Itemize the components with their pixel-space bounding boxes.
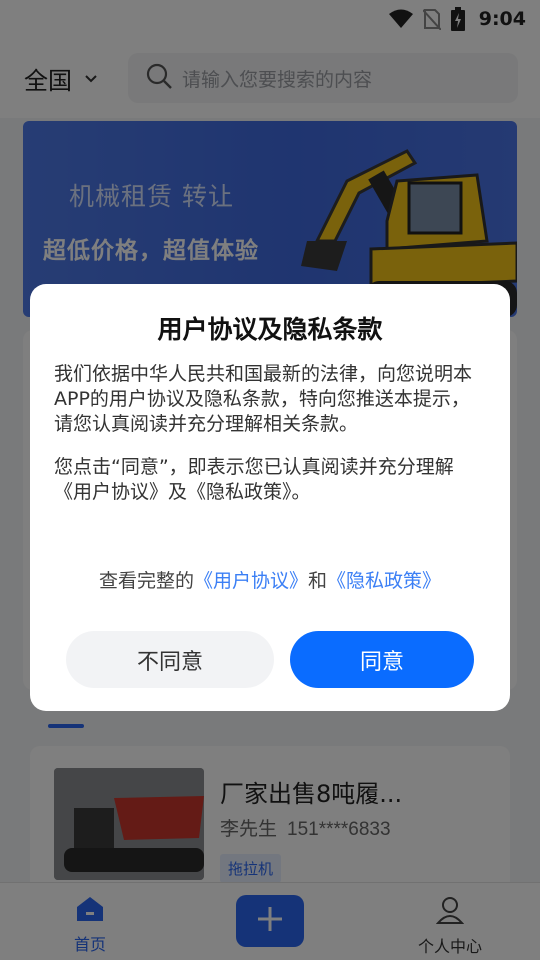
dialog-body: 我们依据中华人民共和国最新的法律，向您说明本APP的用户协议及隐私条款，特向您推… (54, 362, 486, 505)
links-and: 和 (308, 570, 328, 592)
dialog-paragraph: 我们依据中华人民共和国最新的法律，向您说明本APP的用户协议及隐私条款，特向您推… (54, 363, 473, 435)
user-agreement-link[interactable]: 《用户协议》 (194, 570, 308, 592)
dialog-paragraph: 您点击“同意”，即表示您已认真阅读并充分理解《用户协议》及《隐私政策》。 (54, 456, 454, 503)
dialog-links: 查看完整的《用户协议》和《隐私政策》 (30, 566, 510, 593)
links-prefix: 查看完整的 (98, 570, 194, 592)
disagree-button[interactable]: 不同意 (66, 631, 274, 688)
agree-button[interactable]: 同意 (290, 631, 474, 688)
privacy-policy-link[interactable]: 《隐私政策》 (327, 570, 441, 592)
privacy-dialog: 用户协议及隐私条款 我们依据中华人民共和国最新的法律，向您说明本APP的用户协议… (30, 284, 510, 711)
dialog-title: 用户协议及隐私条款 (157, 315, 383, 344)
